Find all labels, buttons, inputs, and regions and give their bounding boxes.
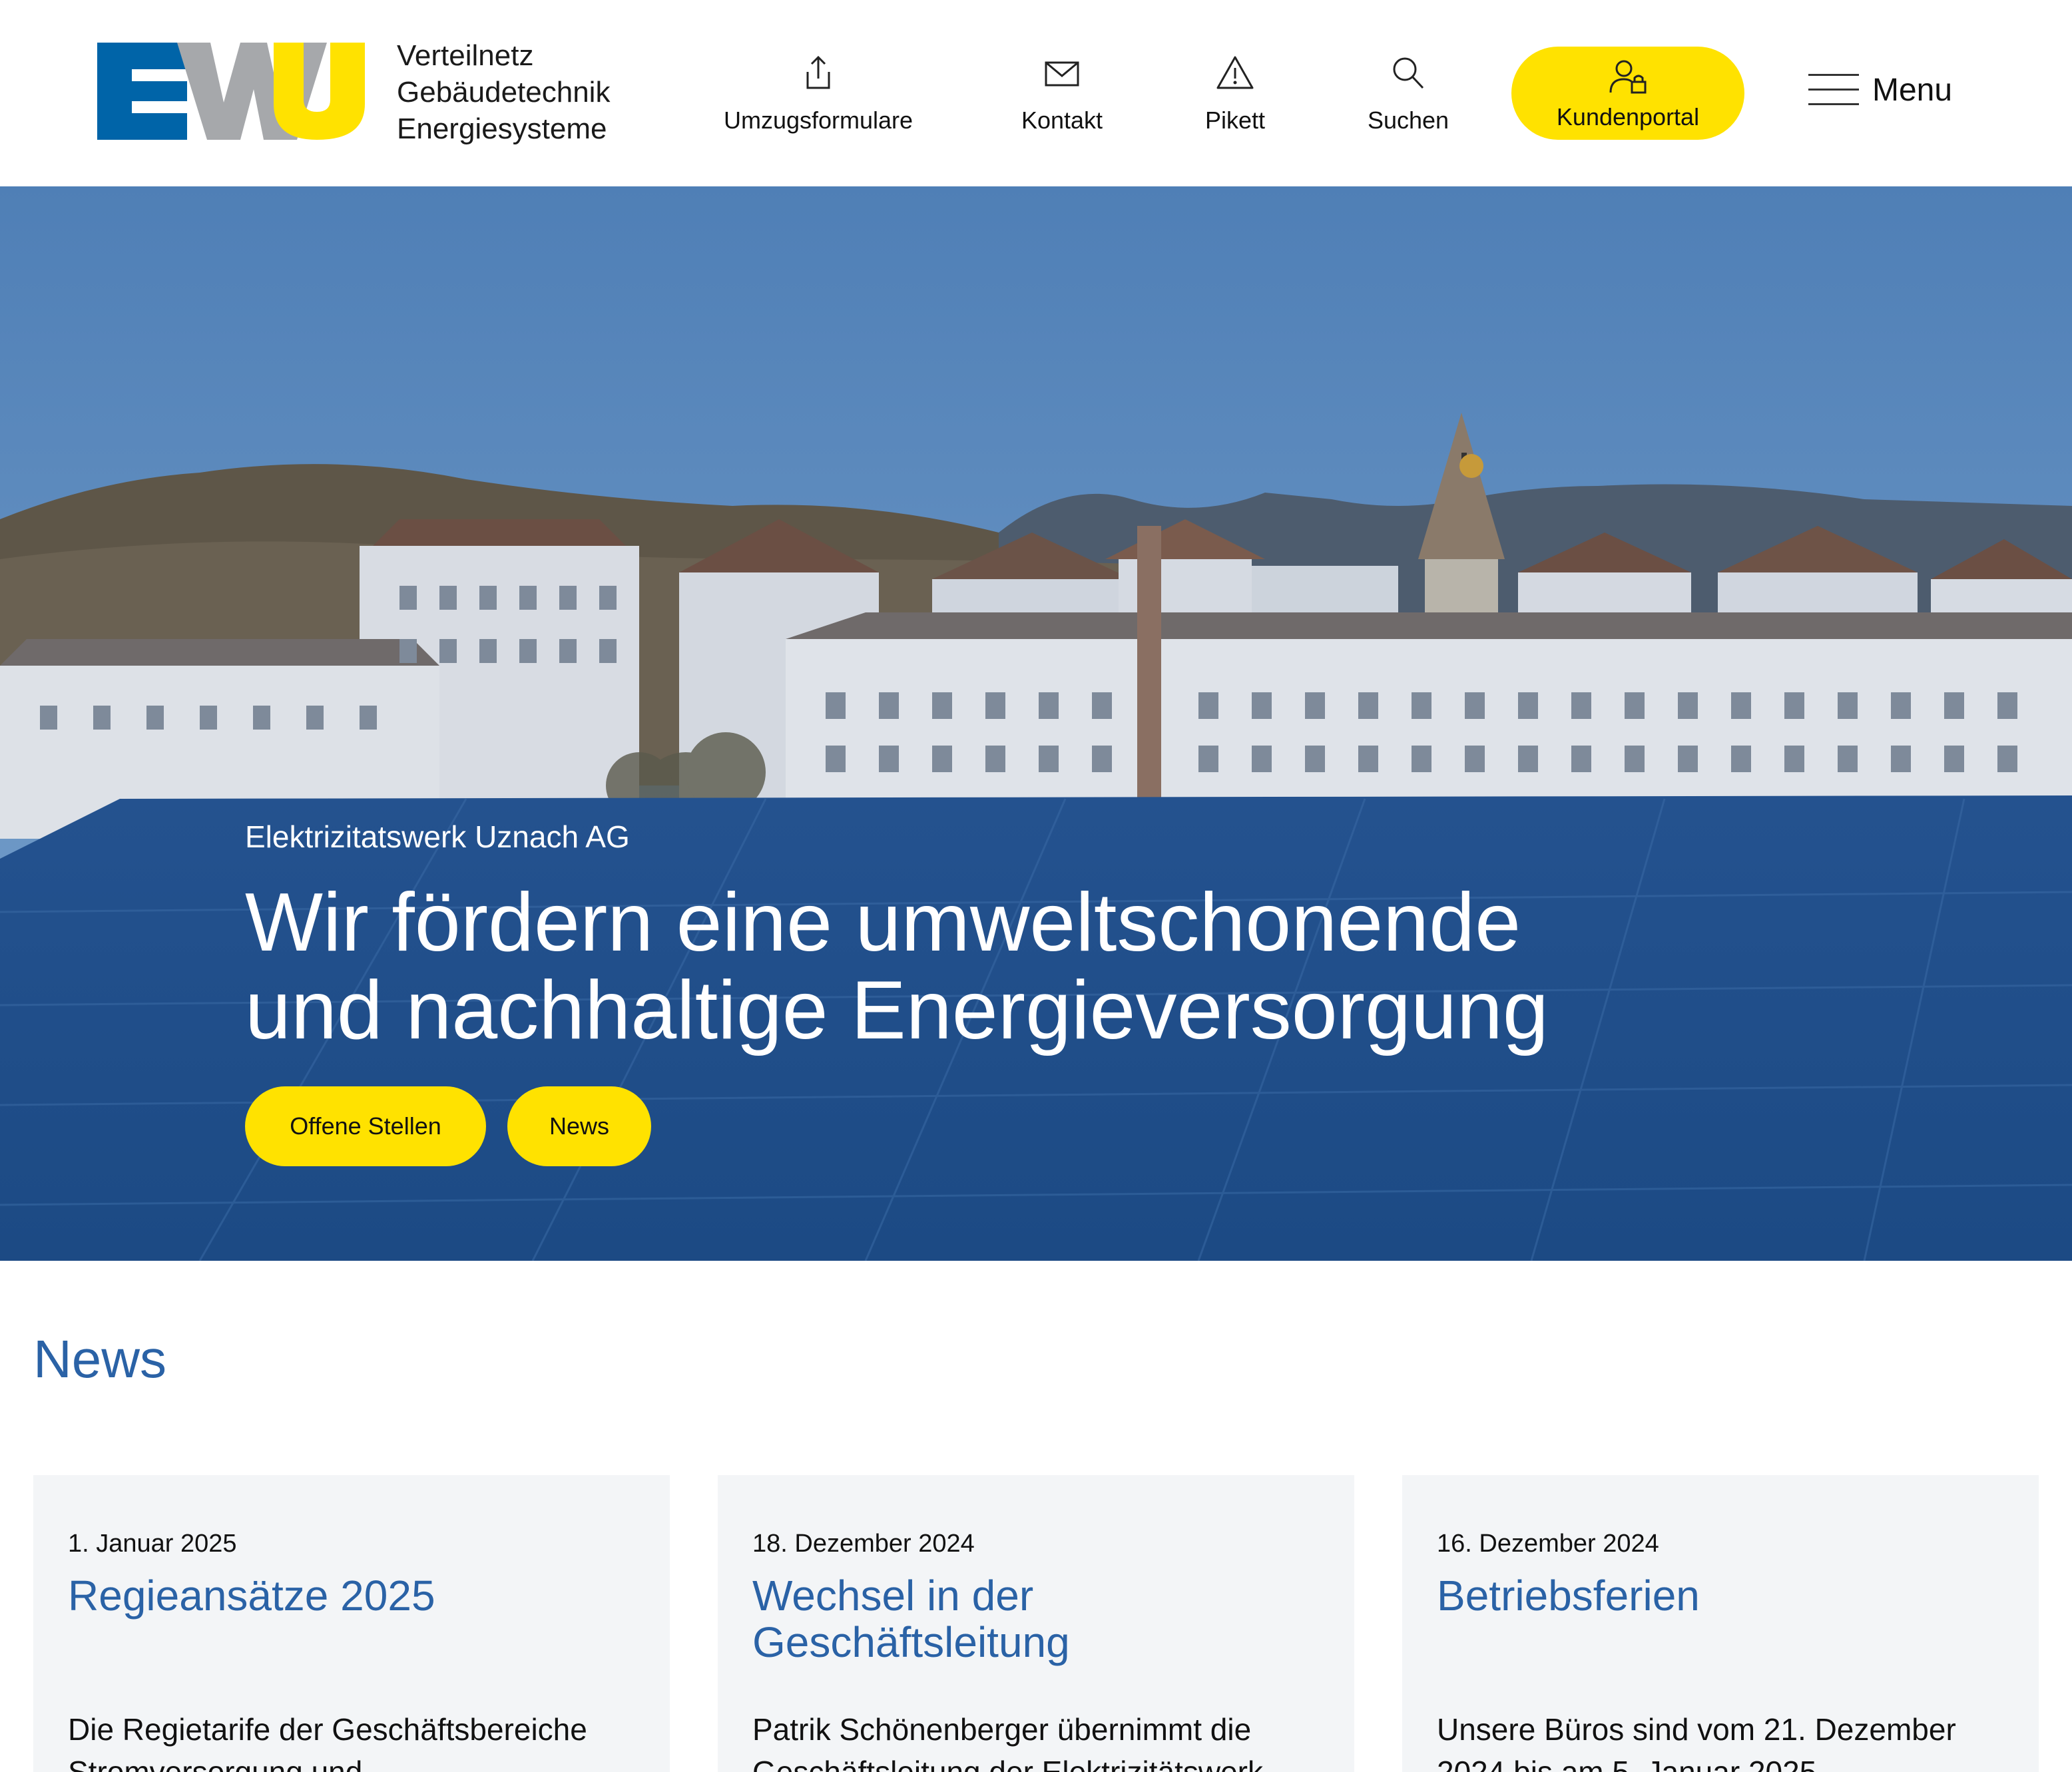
hero-title-line: Wir fördern eine umweltschonende	[245, 877, 1521, 969]
nav-pikett[interactable]: Pikett	[1198, 52, 1272, 138]
ewu-logo[interactable]	[97, 43, 365, 140]
nav-umzugsformulare[interactable]: Umzugsformulare	[715, 52, 921, 138]
news-title-line: Geschäftsleitung	[752, 1618, 1070, 1666]
site-header: Verteilnetz Gebäudetechnik Energiesystem…	[0, 0, 2072, 186]
news-excerpt-line: Patrik Schönenberger übernimmt die	[752, 1712, 1252, 1747]
news-title[interactable]: Wechsel in der Geschäftsleitung	[752, 1572, 1325, 1665]
nav-suchen[interactable]: Suchen	[1358, 52, 1458, 138]
news-title-line: Wechsel in der	[752, 1572, 1034, 1620]
news-date: 16. Dezember 2024	[1437, 1530, 1659, 1558]
news-excerpt-line: 2024 bis am 5. Januar 2025	[1437, 1755, 1817, 1772]
nav-label: Umzugsformulare	[723, 107, 913, 134]
nav-label: Suchen	[1367, 107, 1449, 134]
news-excerpt-line: Geschäftsleitung der Elektrizitätswerk	[752, 1755, 1263, 1772]
company-tagline: Verteilnetz Gebäudetechnik Energiesystem…	[397, 37, 610, 147]
news-title-line: Regieansätze 2025	[68, 1572, 435, 1620]
kundenportal-button[interactable]: Kundenportal	[1511, 47, 1744, 140]
hero-title: Wir fördern eine umweltschonende und nac…	[245, 879, 1910, 1054]
news-date: 1. Januar 2025	[68, 1530, 237, 1558]
news-card[interactable]: 16. Dezember 2024 Betriebsferien Unsere …	[1402, 1475, 2039, 1772]
hero-title-line: und nachhaltige Energieversorgung	[245, 965, 1549, 1056]
tagline-line: Verteilnetz	[397, 39, 534, 72]
nav-label: Kontakt	[1021, 107, 1103, 134]
news-excerpt: Unsere Büros sind vom 21. Dezember 2024 …	[1437, 1708, 2023, 1772]
ewu-logo-icon	[97, 43, 365, 140]
hamburger-icon	[1808, 73, 1859, 107]
news-button[interactable]: News	[507, 1086, 651, 1166]
user-lock-icon	[1609, 60, 1647, 94]
nav-label: Pikett	[1204, 107, 1266, 134]
kundenportal-label: Kundenportal	[1556, 103, 1700, 130]
news-excerpt: Die Regietarife der Geschäftsbereiche St…	[68, 1708, 654, 1772]
tagline-line: Gebäudetechnik	[397, 76, 611, 109]
nav-kontakt[interactable]: Kontakt	[1012, 52, 1112, 138]
news-excerpt-line: Stromversorgung und	[68, 1755, 363, 1772]
envelope-icon	[1045, 61, 1079, 87]
news-title-line: Betriebsferien	[1437, 1572, 1700, 1620]
menu-button[interactable]: Menu	[1808, 67, 1952, 113]
search-icon	[1393, 57, 1424, 89]
news-excerpt-line: Unsere Büros sind vom 21. Dezember	[1437, 1712, 1956, 1747]
news-title[interactable]: Betriebsferien	[1437, 1572, 2009, 1619]
tagline-line: Energiesysteme	[397, 112, 607, 145]
news-excerpt: Patrik Schönenberger übernimmt die Gesch…	[752, 1708, 1338, 1772]
hero-banner: Elektrizitatswerk Uznach AG Wir fördern …	[0, 186, 2072, 1261]
news-excerpt-line: Die Regietarife der Geschäftsbereiche	[68, 1712, 587, 1747]
menu-label: Menu	[1872, 72, 1953, 108]
warning-triangle-icon	[1216, 56, 1254, 89]
news-heading: News	[33, 1329, 167, 1389]
news-card[interactable]: 1. Januar 2025 Regieansätze 2025 Die Reg…	[33, 1475, 670, 1772]
upload-icon	[806, 55, 830, 89]
offene-stellen-button[interactable]: Offene Stellen	[245, 1086, 486, 1166]
hero-subtitle: Elektrizitatswerk Uznach AG	[245, 819, 630, 854]
news-title[interactable]: Regieansätze 2025	[68, 1572, 641, 1619]
news-card[interactable]: 18. Dezember 2024 Wechsel in der Geschäf…	[718, 1475, 1354, 1772]
news-date: 18. Dezember 2024	[752, 1530, 975, 1558]
